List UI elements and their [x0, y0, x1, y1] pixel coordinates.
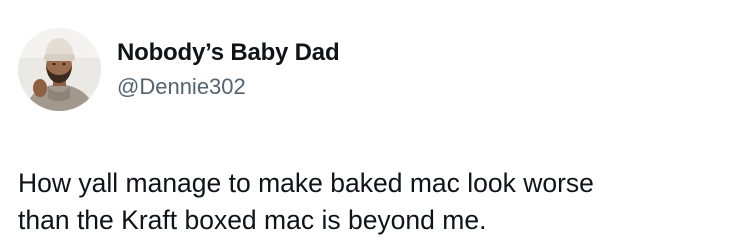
tweet-text-line: How yall manage to make baked mac look w…: [18, 168, 594, 198]
author-display-name[interactable]: Nobody’s Baby Dad: [117, 38, 340, 68]
author-handle[interactable]: @Dennie302: [117, 73, 246, 101]
profile-photo-icon: [18, 28, 101, 111]
tweet-text: How yall manage to make baked mac look w…: [18, 165, 738, 239]
tweet-card: Nobody’s Baby Dad @Dennie302 How yall ma…: [0, 0, 750, 249]
tweet-text-line: than the Kraft boxed mac is beyond me.: [18, 205, 487, 235]
avatar[interactable]: [18, 28, 101, 111]
